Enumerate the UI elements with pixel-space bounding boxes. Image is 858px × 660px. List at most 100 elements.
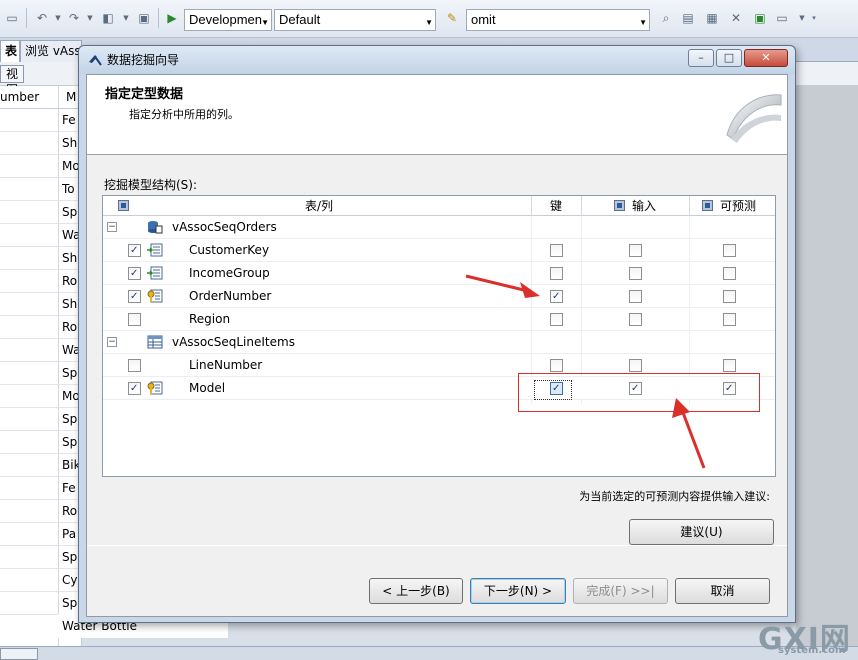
grid-row[interactable]: Sh <box>0 132 82 155</box>
next-button[interactable]: 下一步(N) > <box>470 578 566 604</box>
dialog-titlebar[interactable]: 数据挖掘向导 – □ ✕ <box>79 46 795 74</box>
include-checkbox[interactable] <box>128 359 141 372</box>
close-button[interactable]: ✕ <box>744 49 788 67</box>
input-checkbox[interactable] <box>629 290 642 303</box>
navigate-icon[interactable]: ◧ <box>100 10 116 26</box>
key-checkbox[interactable] <box>550 313 563 326</box>
predict-all-checkbox[interactable] <box>702 200 713 211</box>
predict-checkbox[interactable] <box>723 244 736 257</box>
grid-row[interactable]: Sh <box>0 293 82 316</box>
maximize-button[interactable]: □ <box>716 49 742 67</box>
tools-icon[interactable]: ✕ <box>728 10 744 26</box>
cancel-button[interactable]: 取消 <box>675 578 770 604</box>
grid-row[interactable]: Mo <box>0 155 82 178</box>
play-icon[interactable]: ▶ <box>164 10 180 26</box>
grid-row[interactable]: Sp <box>0 592 82 615</box>
mining-structure-tree[interactable]: 表/列 键 输入 可预测 − vAssocSeqOrders ✓ Custome… <box>102 195 776 477</box>
grid-row[interactable]: To <box>0 178 82 201</box>
grid-row[interactable]: Ro <box>0 270 82 293</box>
chevron-down-icon[interactable]: ▼ <box>50 10 66 26</box>
select-all-checkbox[interactable] <box>118 200 129 211</box>
back-button[interactable]: < 上一步(B) <box>369 578 463 604</box>
grid-row[interactable]: Ro <box>0 500 82 523</box>
predict-checkbox[interactable] <box>723 359 736 372</box>
input-checkbox[interactable] <box>629 359 642 372</box>
input-checkbox[interactable] <box>629 267 642 280</box>
grid-row[interactable]: Fe <box>0 109 82 132</box>
header-table-column[interactable]: 表/列 <box>103 196 531 216</box>
include-checkbox[interactable] <box>128 244 141 257</box>
predict-checkbox[interactable] <box>723 290 736 303</box>
include-checkbox[interactable] <box>128 267 141 280</box>
row-label: OrderNumber <box>189 289 272 303</box>
bottom-tab[interactable] <box>0 648 38 660</box>
finish-button[interactable]: 完成(F) >>| <box>573 578 668 604</box>
chevron-down-icon[interactable]: ▼ <box>118 10 134 26</box>
key-checkbox[interactable] <box>550 244 563 257</box>
suggest-button[interactable]: 建议(U) <box>629 519 774 545</box>
tree-row-table[interactable]: − vAssocSeqOrders <box>103 216 775 239</box>
grid-row[interactable]: Sp <box>0 546 82 569</box>
tree-row-column[interactable]: CustomerKey <box>103 239 775 262</box>
collapse-toggle[interactable]: − <box>107 222 117 232</box>
predict-checkbox[interactable] <box>723 267 736 280</box>
grid-row[interactable]: Ro <box>0 316 82 339</box>
toolbar-separator <box>26 8 27 28</box>
tab-table[interactable]: 表 <box>0 40 20 62</box>
find-in-files-icon[interactable]: ✎ <box>444 10 460 26</box>
grid-row[interactable]: Sp <box>0 408 82 431</box>
grid-row[interactable]: Sp <box>0 201 82 224</box>
include-checkbox[interactable] <box>128 290 141 303</box>
input-all-checkbox[interactable] <box>614 200 625 211</box>
column-icon <box>147 243 163 257</box>
column-icon <box>147 266 163 280</box>
key-checkbox[interactable] <box>550 267 563 280</box>
chevron-down-icon: ▼ <box>425 18 433 27</box>
grid-row[interactable]: Wa <box>0 339 82 362</box>
grid-row[interactable]: Bik <box>0 454 82 477</box>
key-checkbox[interactable] <box>550 359 563 372</box>
find-icon[interactable]: ⌕ <box>658 10 674 26</box>
grid-row[interactable]: Wa <box>0 224 82 247</box>
config-combo[interactable]: Developmen ▼ <box>184 9 272 31</box>
input-checkbox[interactable] <box>629 244 642 257</box>
find-combo[interactable]: omit ▼ <box>466 9 650 31</box>
window-icon[interactable]: ▣ <box>136 10 152 26</box>
collapse-toggle[interactable]: − <box>107 337 117 347</box>
grid-row[interactable]: Pa <box>0 523 82 546</box>
include-checkbox[interactable] <box>128 313 141 326</box>
minimize-button[interactable]: – <box>688 49 714 67</box>
grid-row[interactable]: Cy <box>0 569 82 592</box>
object-browser-icon[interactable]: ▦ <box>704 10 720 26</box>
grid-row[interactable]: Fe <box>0 477 82 500</box>
platform-combo[interactable]: Default ▼ <box>274 9 436 31</box>
input-checkbox[interactable] <box>629 313 642 326</box>
header-label: 输入 <box>632 199 657 213</box>
overflow-icon[interactable]: ▾ <box>806 10 822 26</box>
key-checkbox[interactable] <box>550 290 563 303</box>
grid-row[interactable]: Sp <box>0 431 82 454</box>
chevron-down-icon[interactable]: ▼ <box>82 10 98 26</box>
clipboard-icon[interactable]: ▭ <box>4 10 20 26</box>
tab-browse[interactable]: 浏览 vAsso <box>20 40 82 62</box>
tree-row-column[interactable]: OrderNumber <box>103 285 775 308</box>
tree-row-column[interactable]: IncomeGroup <box>103 262 775 285</box>
grid-row[interactable]: Mo <box>0 385 82 408</box>
header-predict[interactable]: 可预测 <box>689 196 775 216</box>
undo-icon[interactable]: ↶ <box>34 10 50 26</box>
grid-row[interactable]: Sh <box>0 247 82 270</box>
include-checkbox[interactable] <box>128 382 141 395</box>
suggest-hint: 为当前选定的可预测内容提供输入建议: <box>579 490 770 503</box>
command-window-icon[interactable]: ▭ <box>774 10 790 26</box>
predict-checkbox[interactable] <box>723 313 736 326</box>
tree-row-column[interactable]: Region <box>103 308 775 331</box>
tree-row-table[interactable]: − vAssocSeqLineItems <box>103 331 775 354</box>
redo-icon[interactable]: ↷ <box>66 10 82 26</box>
header-key[interactable]: 键 <box>531 196 581 216</box>
grid-row[interactable]: Sp <box>0 362 82 385</box>
config-value: Developmen <box>189 12 262 27</box>
header-input[interactable]: 输入 <box>581 196 689 216</box>
properties-icon[interactable]: ▤ <box>680 10 696 26</box>
view-button[interactable]: 视图 <box>0 65 24 97</box>
start-page-icon[interactable]: ▣ <box>752 10 768 26</box>
